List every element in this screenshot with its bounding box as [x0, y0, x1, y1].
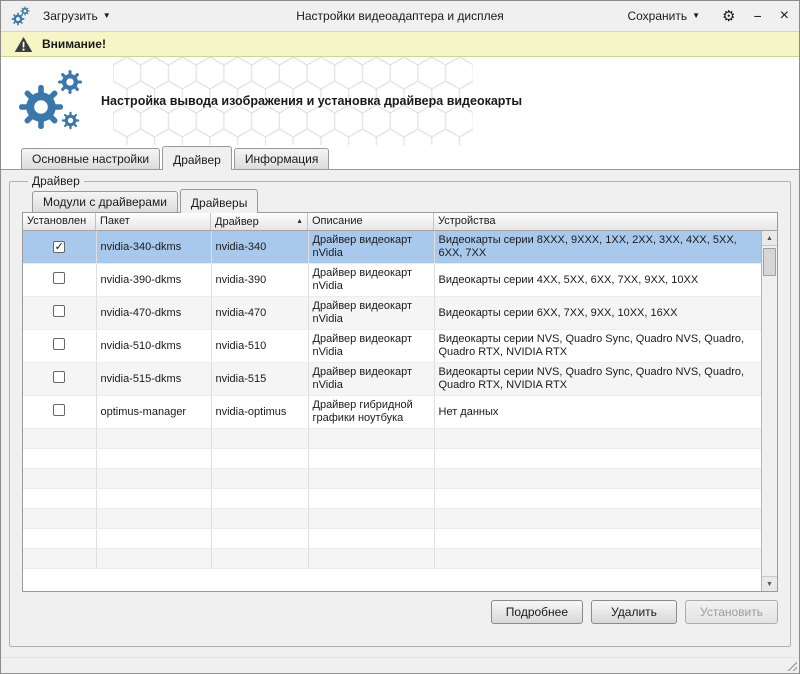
save-menu-label: Сохранить: [627, 9, 687, 23]
table-row[interactable]: nvidia-390-dkmsnvidia-390Драйвер видеока…: [23, 264, 761, 297]
cell-driver: nvidia-optimus: [211, 396, 308, 429]
status-bar: [1, 657, 799, 673]
installed-checkbox[interactable]: [53, 404, 65, 416]
install-button[interactable]: Установить: [685, 600, 778, 624]
cell-devices: Видеокарты серии NVS, Quadro Sync, Quadr…: [434, 330, 761, 363]
driver-table: Установлен Пакет Драйвер ▲ Описание Устр…: [22, 212, 778, 592]
save-menu-button[interactable]: Сохранить ▼: [623, 7, 704, 25]
cell-description: Драйвер видеокарт nVidia: [308, 363, 434, 396]
tab-driver-modules[interactable]: Модули с драйверами: [32, 191, 178, 212]
cell-package: nvidia-340-dkms: [96, 231, 211, 264]
tab-content: Драйвер Модули с драйверами Драйверы Уст…: [1, 169, 799, 657]
cell-installed: [23, 330, 96, 363]
details-button[interactable]: Подробнее: [491, 600, 583, 624]
warning-text: Внимание!: [42, 37, 106, 51]
cell-package: nvidia-390-dkms: [96, 264, 211, 297]
app-window: Загрузить ▼ Настройки видеоадаптера и ди…: [0, 0, 800, 674]
remove-button[interactable]: Удалить: [591, 600, 677, 624]
settings-gear-icon[interactable]: ⚙: [722, 9, 735, 24]
empty-row: [23, 469, 761, 489]
cell-description: Драйвер видеокарт nVidia: [308, 264, 434, 297]
minimize-button[interactable]: −: [753, 8, 761, 24]
app-gears-icon: [11, 6, 31, 26]
table-row[interactable]: optimus-managernvidia-optimusДрайвер гиб…: [23, 396, 761, 429]
cell-description: Драйвер видеокарт nVidia: [308, 231, 434, 264]
cell-devices: Нет данных: [434, 396, 761, 429]
cell-installed: ✓: [23, 231, 96, 264]
cell-devices: Видеокарты серии 4XX, 5XX, 6XX, 7XX, 9XX…: [434, 264, 761, 297]
groupbox-title: Драйвер: [28, 174, 84, 188]
chevron-down-icon: ▼: [103, 12, 111, 20]
column-header-description[interactable]: Описание: [308, 213, 434, 230]
cell-installed: [23, 396, 96, 429]
warning-triangle-icon: [14, 36, 33, 53]
column-header-devices[interactable]: Устройства: [434, 213, 777, 230]
installed-checkbox[interactable]: [53, 272, 65, 284]
table-body: ✓nvidia-340-dkmsnvidia-340Драйвер видеок…: [23, 231, 761, 591]
page-title: Настройка вывода изображения и установка…: [101, 94, 522, 108]
driver-groupbox: Драйвер Модули с драйверами Драйверы Уст…: [9, 174, 791, 647]
table-header: Установлен Пакет Драйвер ▲ Описание Устр…: [23, 213, 777, 231]
table-row[interactable]: nvidia-510-dkmsnvidia-510Драйвер видеока…: [23, 330, 761, 363]
cell-driver: nvidia-390: [211, 264, 308, 297]
cell-package: nvidia-470-dkms: [96, 297, 211, 330]
scroll-up-icon[interactable]: ▲: [762, 231, 777, 246]
main-tabbar: Основные настройки Драйвер Информация: [1, 145, 799, 169]
cell-devices: Видеокарты серии 8XXX, 9XXX, 1XX, 2XX, 3…: [434, 231, 761, 264]
cell-installed: [23, 264, 96, 297]
empty-row: [23, 489, 761, 509]
cell-package: nvidia-515-dkms: [96, 363, 211, 396]
installed-checkbox[interactable]: ✓: [53, 241, 65, 253]
tab-information[interactable]: Информация: [234, 148, 329, 169]
table-row[interactable]: nvidia-470-dkmsnvidia-470Драйвер видеока…: [23, 297, 761, 330]
scroll-down-icon[interactable]: ▼: [762, 576, 777, 591]
cell-devices: Видеокарты серии NVS, Quadro Sync, Quadr…: [434, 363, 761, 396]
table-row[interactable]: nvidia-515-dkmsnvidia-515Драйвер видеока…: [23, 363, 761, 396]
cell-driver: nvidia-515: [211, 363, 308, 396]
empty-row: [23, 529, 761, 549]
tab-main-settings[interactable]: Основные настройки: [21, 148, 160, 169]
cell-package: optimus-manager: [96, 396, 211, 429]
vertical-scrollbar[interactable]: ▲ ▼: [761, 231, 777, 591]
installed-checkbox[interactable]: [53, 371, 65, 383]
cell-driver: nvidia-510: [211, 330, 308, 363]
column-header-installed[interactable]: Установлен: [23, 213, 96, 230]
empty-row: [23, 449, 761, 469]
cell-installed: [23, 363, 96, 396]
titlebar: Загрузить ▼ Настройки видеоадаптера и ди…: [1, 1, 799, 31]
cell-package: nvidia-510-dkms: [96, 330, 211, 363]
chevron-down-icon: ▼: [692, 12, 700, 20]
column-header-driver[interactable]: Драйвер ▲: [211, 213, 308, 230]
sort-ascending-icon: ▲: [296, 218, 303, 225]
scrollbar-thumb[interactable]: [763, 248, 776, 276]
driver-tabbar: Модули с драйверами Драйверы: [32, 188, 778, 212]
cell-description: Драйвер видеокарт nVidia: [308, 297, 434, 330]
resize-grip[interactable]: [785, 659, 797, 671]
cell-driver: nvidia-470: [211, 297, 308, 330]
action-buttons: Подробнее Удалить Установить: [22, 600, 778, 624]
load-menu-button[interactable]: Загрузить ▼: [39, 7, 115, 25]
cell-description: Драйвер гибридной графики ноутбука: [308, 396, 434, 429]
empty-row: [23, 509, 761, 529]
cell-installed: [23, 297, 96, 330]
installed-checkbox[interactable]: [53, 305, 65, 317]
cell-driver: nvidia-340: [211, 231, 308, 264]
table-row[interactable]: ✓ nvidia-340-dkmsnvidia-340Драйвер видеок…: [23, 231, 761, 264]
column-header-package[interactable]: Пакет: [96, 213, 211, 230]
cell-description: Драйвер видеокарт nVidia: [308, 330, 434, 363]
warning-bar: Внимание!: [1, 31, 799, 57]
installed-checkbox[interactable]: [53, 338, 65, 350]
cell-devices: Видеокарты серии 6XX, 7XX, 9XX, 10XX, 16…: [434, 297, 761, 330]
header-banner: Настройка вывода изображения и установка…: [1, 57, 799, 145]
load-menu-label: Загрузить: [43, 9, 98, 23]
tab-drivers[interactable]: Драйверы: [180, 189, 258, 213]
gears-logo-icon: [17, 67, 87, 135]
empty-row: [23, 429, 761, 449]
close-button[interactable]: ×: [780, 7, 789, 25]
tab-driver[interactable]: Драйвер: [162, 146, 232, 170]
empty-row: [23, 549, 761, 569]
